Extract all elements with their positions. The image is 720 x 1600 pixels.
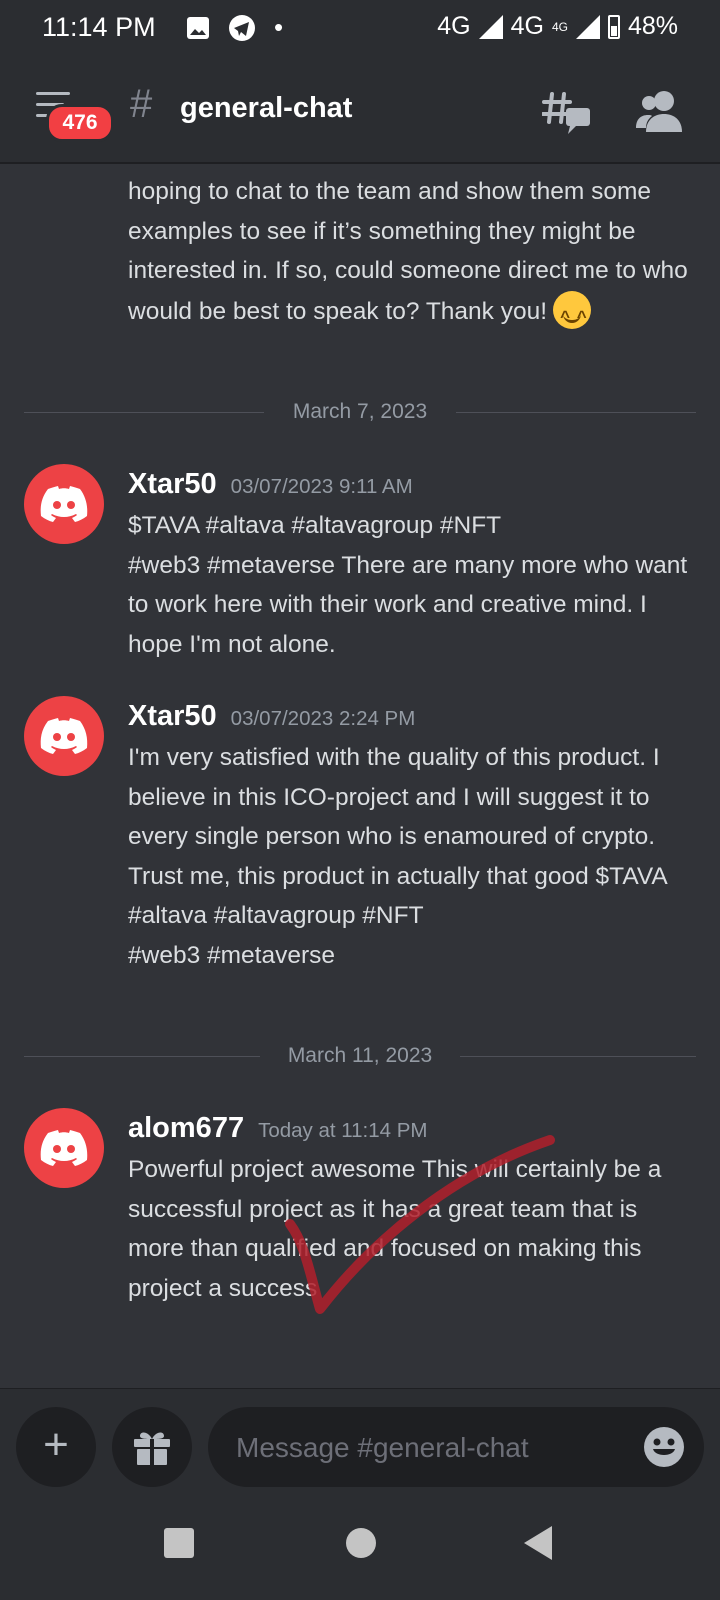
add-attachment-button[interactable]: +: [16, 1407, 96, 1487]
gift-icon: [134, 1432, 170, 1465]
date-divider-label: March 7, 2023: [276, 400, 444, 423]
date-divider-label: March 11, 2023: [271, 1044, 449, 1067]
channel-header: 476 # general-chat: [0, 56, 720, 164]
message-input-wrapper[interactable]: [208, 1407, 704, 1487]
avatar[interactable]: [24, 1108, 104, 1188]
status-time: 11:14 PM: [42, 12, 156, 42]
message-author[interactable]: Xtar50: [128, 700, 217, 732]
message-timestamp: 03/07/2023 2:24 PM: [230, 707, 416, 730]
gift-button[interactable]: [112, 1407, 192, 1487]
message-timestamp: Today at 11:14 PM: [258, 1119, 428, 1142]
message-continued-text: hoping to chat to the team and show them…: [128, 178, 688, 325]
signal-icon: [575, 14, 600, 39]
recents-icon[interactable]: [164, 1528, 194, 1558]
telegram-icon: [229, 14, 255, 41]
message-author[interactable]: alom677: [128, 1112, 244, 1144]
battery-icon: [607, 14, 620, 39]
image-icon: [187, 16, 209, 39]
date-divider: March 7, 2023: [24, 400, 696, 424]
message-author[interactable]: Xtar50: [128, 468, 217, 500]
avatar[interactable]: [24, 464, 104, 544]
message-composer: +: [0, 1388, 720, 1489]
message-continued: hoping to chat to the team and show them…: [128, 172, 708, 336]
message-timestamp: 03/07/2023 9:11 AM: [230, 475, 413, 498]
notification-badge: 476: [46, 104, 114, 142]
status-left-icons: •: [186, 12, 283, 43]
network-label-2: 4G: [510, 12, 544, 40]
channel-hash-icon: #: [130, 82, 153, 126]
message-list[interactable]: hoping to chat to the team and show them…: [0, 164, 720, 1388]
system-nav-bar: [0, 1488, 720, 1600]
discord-avatar-icon: [40, 718, 88, 754]
status-right: 4G 4G 4G 48%: [437, 12, 678, 41]
message-input[interactable]: [234, 1425, 618, 1471]
signal-icon: [478, 14, 503, 39]
back-icon[interactable]: [524, 1526, 552, 1560]
network-label-2-sup: 4G: [551, 19, 568, 34]
message-content: $TAVA #altava #altavagroup #NFT #web3 #m…: [128, 512, 688, 658]
threads-icon[interactable]: [542, 86, 592, 136]
status-dot: •: [274, 12, 284, 42]
emoji-icon[interactable]: [644, 1427, 684, 1467]
status-bar: 11:14 PM • 4G 4G 4G 48%: [0, 0, 720, 56]
message-content: Powerful project awesome This will certa…: [128, 1156, 662, 1302]
home-icon[interactable]: [346, 1528, 376, 1558]
message-content: I'm very satisfied with the quality of t…: [128, 744, 667, 969]
smiling-emoji-icon: [553, 290, 592, 336]
battery-percent: 48%: [627, 12, 678, 40]
plus-icon: +: [43, 1420, 69, 1469]
channel-title[interactable]: general-chat: [180, 92, 352, 125]
network-label-1: 4G: [437, 12, 471, 40]
discord-avatar-icon: [40, 1130, 88, 1166]
date-divider: March 11, 2023: [24, 1044, 696, 1068]
members-icon[interactable]: [636, 88, 684, 134]
avatar[interactable]: [24, 696, 104, 776]
discord-avatar-icon: [40, 486, 88, 522]
